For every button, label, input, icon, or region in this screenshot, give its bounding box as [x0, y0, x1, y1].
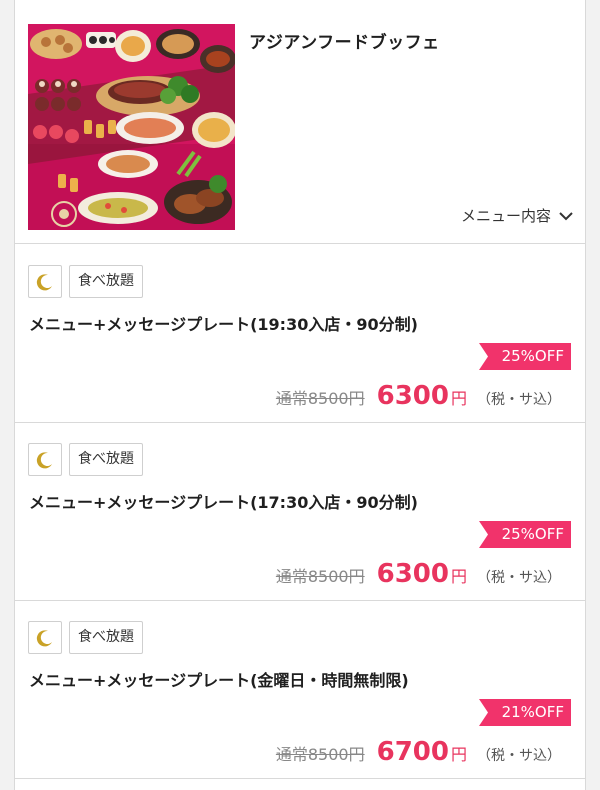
discount-badge: 25%OFF: [479, 343, 571, 370]
all-you-can-eat-tag: 食べ放題: [69, 265, 143, 298]
plan-name[interactable]: メニュー+メッセージプレート(19:30入店・90分制): [29, 311, 418, 335]
sale-price: 6300: [376, 381, 449, 411]
plan-title: アジアンフードブッフェ: [249, 33, 440, 53]
regular-price: 通常8500円: [275, 745, 365, 764]
price-row: 通常8500円 6700 円 （税・サ込）: [276, 737, 561, 767]
tax-note: （税・サ込）: [477, 748, 561, 764]
discount-badge: 25%OFF: [479, 521, 571, 548]
currency-label: 円: [450, 745, 467, 764]
plan-item[interactable]: 食べ放題 メニュー+メッセージプレート(金曜日・時間無制限) 21%OFF 通常…: [15, 601, 585, 779]
plan-name[interactable]: メニュー+メッセージプレート(17:30入店・90分制): [29, 489, 418, 513]
menu-contents-label: メニュー内容: [460, 207, 551, 225]
dinner-badge: [28, 443, 62, 476]
all-you-can-eat-tag: 食べ放題: [69, 621, 143, 654]
tax-note: （税・サ込）: [477, 570, 561, 586]
currency-label: 円: [450, 567, 467, 586]
tax-note: （税・サ込）: [477, 392, 561, 408]
chevron-down-icon: [559, 211, 573, 220]
discount-badge: 21%OFF: [479, 699, 571, 726]
sale-price: 6300: [376, 559, 449, 589]
plan-header-card: アジアンフードブッフェ メニュー内容: [15, 0, 585, 244]
regular-price: 通常8500円: [275, 567, 365, 586]
moon-icon: [36, 451, 52, 468]
price-row: 通常8500円 6300 円 （税・サ込）: [276, 559, 561, 589]
regular-price: 通常8500円: [275, 389, 365, 408]
moon-icon: [36, 629, 52, 646]
menu-contents-toggle[interactable]: メニュー内容: [461, 205, 573, 226]
plan-item[interactable]: 食べ放題 メニュー+メッセージプレート(19:30入店・90分制) 25%OFF…: [15, 245, 585, 423]
dinner-badge: [28, 621, 62, 654]
buffet-food-photo: [28, 24, 235, 230]
moon-icon: [36, 273, 52, 290]
all-you-can-eat-tag: 食べ放題: [69, 443, 143, 476]
plan-list-panel: アジアンフードブッフェ メニュー内容 食べ放題 メニュー+メッセージプレート(1…: [14, 0, 586, 790]
sale-price: 6700: [376, 737, 449, 767]
plan-item[interactable]: 食べ放題 メニュー+メッセージプレート(17:30入店・90分制) 25%OFF…: [15, 423, 585, 601]
price-row: 通常8500円 6300 円 （税・サ込）: [276, 381, 561, 411]
plan-name[interactable]: メニュー+メッセージプレート(金曜日・時間無制限): [29, 667, 409, 691]
dinner-badge: [28, 265, 62, 298]
currency-label: 円: [450, 389, 467, 408]
